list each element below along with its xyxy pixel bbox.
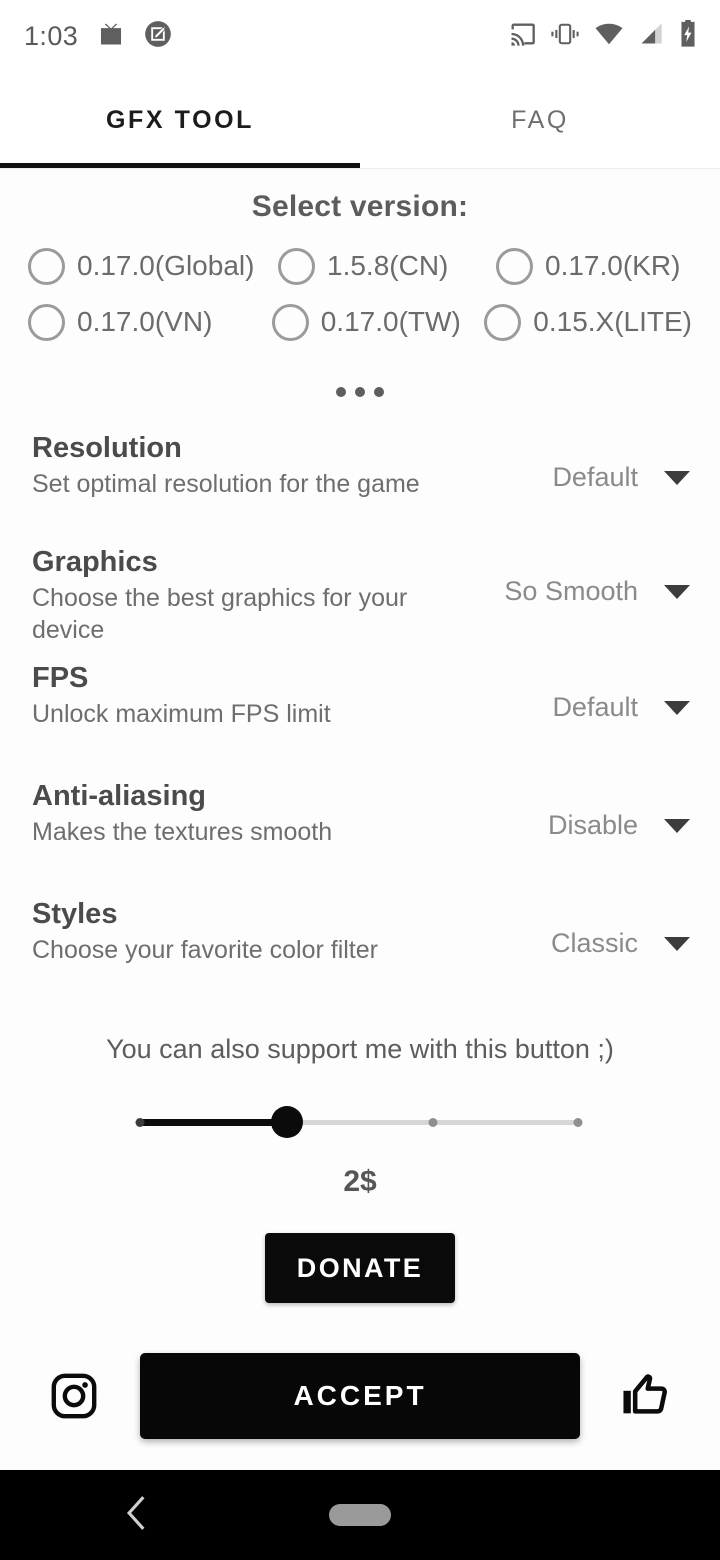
radio-option-global[interactable]: 0.17.0(Global): [28, 248, 278, 285]
donate-button[interactable]: DONATE: [265, 1233, 455, 1303]
setting-row-graphics[interactable]: Graphics Choose the best graphics for yo…: [0, 546, 720, 646]
setting-dropdown-graphics[interactable]: So Smooth: [490, 546, 690, 607]
tv-icon: [96, 20, 126, 53]
radio-circle-icon: [28, 248, 65, 285]
cell-signal-icon: [638, 22, 664, 51]
donation-amount-label: 2$: [0, 1165, 720, 1199]
setting-value: Default: [552, 692, 638, 723]
radio-circle-icon: [484, 304, 521, 341]
setting-subtitle: Makes the textures smooth: [32, 817, 452, 848]
main-content: Select version: 0.17.0(Global) 1.5.8(CN)…: [0, 168, 720, 1303]
chevron-down-icon: [664, 937, 690, 951]
cast-icon: [508, 21, 536, 52]
bottom-action-bar: ACCEPT: [0, 1348, 720, 1444]
setting-title: Anti-aliasing: [32, 780, 480, 813]
slider-thumb[interactable]: [271, 1106, 303, 1138]
setting-dropdown-resolution[interactable]: Default: [490, 432, 690, 493]
setting-value: Disable: [548, 810, 638, 841]
tab-faq-label: FAQ: [511, 106, 569, 135]
setting-value: Classic: [551, 928, 638, 959]
settings-list: Resolution Set optimal resolution for th…: [0, 432, 720, 998]
status-bar: 1:03: [0, 0, 720, 72]
status-bar-left: 1:03: [24, 20, 172, 53]
status-bar-clock: 1:03: [24, 21, 78, 52]
tab-faq[interactable]: FAQ: [360, 72, 720, 168]
version-radio-row-2: 0.17.0(VN) 0.17.0(TW) 0.15.X(LITE): [0, 294, 720, 350]
back-chevron-icon[interactable]: [122, 1494, 152, 1537]
version-radio-group: 0.17.0(Global) 1.5.8(CN) 0.17.0(KR) 0.17…: [0, 238, 720, 350]
setting-text-block: Anti-aliasing Makes the textures smooth: [32, 780, 490, 849]
dot-icon: [374, 387, 384, 397]
setting-row-styles[interactable]: Styles Choose your favorite color filter…: [0, 898, 720, 998]
thumbs-up-icon[interactable]: [618, 1368, 674, 1424]
slider-tick-1[interactable]: [136, 1118, 145, 1127]
slider-filled-range: [140, 1119, 287, 1126]
chevron-down-icon: [664, 819, 690, 833]
setting-dropdown-styles[interactable]: Classic: [490, 898, 690, 959]
setting-subtitle: Set optimal resolution for the game: [32, 469, 452, 500]
select-version-title: Select version:: [0, 190, 720, 224]
setting-row-resolution[interactable]: Resolution Set optimal resolution for th…: [0, 432, 720, 532]
radio-option-cn[interactable]: 1.5.8(CN): [278, 248, 496, 285]
radio-option-label: 0.17.0(VN): [77, 306, 212, 338]
radio-circle-icon: [28, 304, 65, 341]
instagram-icon[interactable]: [46, 1368, 102, 1424]
donation-amount-slider[interactable]: [140, 1105, 580, 1139]
setting-row-anti-aliasing[interactable]: Anti-aliasing Makes the textures smooth …: [0, 780, 720, 880]
system-navigation-bar: [0, 1470, 720, 1560]
setting-subtitle: Choose your favorite color filter: [32, 935, 452, 966]
setting-subtitle: Unlock maximum FPS limit: [32, 699, 452, 730]
tab-gfx-tool-label: GFX TOOL: [106, 106, 254, 135]
status-bar-right: [508, 20, 698, 53]
chevron-down-icon: [664, 701, 690, 715]
vibrate-icon: [550, 22, 580, 51]
setting-text-block: Resolution Set optimal resolution for th…: [32, 432, 490, 501]
chevron-down-icon: [664, 471, 690, 485]
setting-text-block: Graphics Choose the best graphics for yo…: [32, 546, 490, 646]
battery-charging-icon: [678, 20, 698, 53]
radio-option-label: 0.17.0(Global): [77, 250, 254, 282]
radio-option-lite[interactable]: 0.15.X(LITE): [484, 304, 692, 341]
dot-icon: [355, 387, 365, 397]
setting-dropdown-fps[interactable]: Default: [490, 662, 690, 723]
version-radio-row-1: 0.17.0(Global) 1.5.8(CN) 0.17.0(KR): [0, 238, 720, 294]
screenshot-edit-icon: [144, 20, 172, 53]
slider-tick-4[interactable]: [574, 1118, 583, 1127]
setting-title: Resolution: [32, 432, 480, 465]
setting-title: Graphics: [32, 546, 480, 579]
app-root: 1:03: [0, 0, 720, 1560]
radio-option-label: 0.17.0(TW): [321, 306, 461, 338]
setting-text-block: FPS Unlock maximum FPS limit: [32, 662, 490, 731]
radio-circle-icon: [272, 304, 309, 341]
donate-button-wrap: DONATE: [0, 1233, 720, 1303]
radio-option-kr[interactable]: 0.17.0(KR): [496, 248, 680, 285]
wifi-icon: [594, 22, 624, 51]
tab-gfx-tool[interactable]: GFX TOOL: [0, 72, 360, 168]
tab-bar: GFX TOOL FAQ: [0, 72, 720, 168]
setting-value: So Smooth: [504, 576, 638, 607]
slider-tick-3[interactable]: [429, 1118, 438, 1127]
radio-option-vn[interactable]: 0.17.0(VN): [28, 304, 272, 341]
radio-option-label: 0.17.0(KR): [545, 250, 680, 282]
radio-option-tw[interactable]: 0.17.0(TW): [272, 304, 485, 341]
radio-circle-icon: [496, 248, 533, 285]
setting-text-block: Styles Choose your favorite color filter: [32, 898, 490, 967]
setting-title: FPS: [32, 662, 480, 695]
setting-dropdown-anti-aliasing[interactable]: Disable: [490, 780, 690, 841]
show-more-versions-button[interactable]: [0, 380, 720, 404]
setting-row-fps[interactable]: FPS Unlock maximum FPS limit Default: [0, 662, 720, 762]
radio-option-label: 1.5.8(CN): [327, 250, 448, 282]
dot-icon: [336, 387, 346, 397]
accept-button[interactable]: ACCEPT: [140, 1353, 580, 1439]
support-message: You can also support me with this button…: [0, 1034, 720, 1065]
setting-subtitle: Choose the best graphics for your device: [32, 583, 452, 646]
setting-value: Default: [552, 462, 638, 493]
radio-circle-icon: [278, 248, 315, 285]
setting-title: Styles: [32, 898, 480, 931]
radio-option-label: 0.15.X(LITE): [533, 306, 692, 338]
home-pill-icon[interactable]: [329, 1504, 391, 1526]
chevron-down-icon: [664, 585, 690, 599]
